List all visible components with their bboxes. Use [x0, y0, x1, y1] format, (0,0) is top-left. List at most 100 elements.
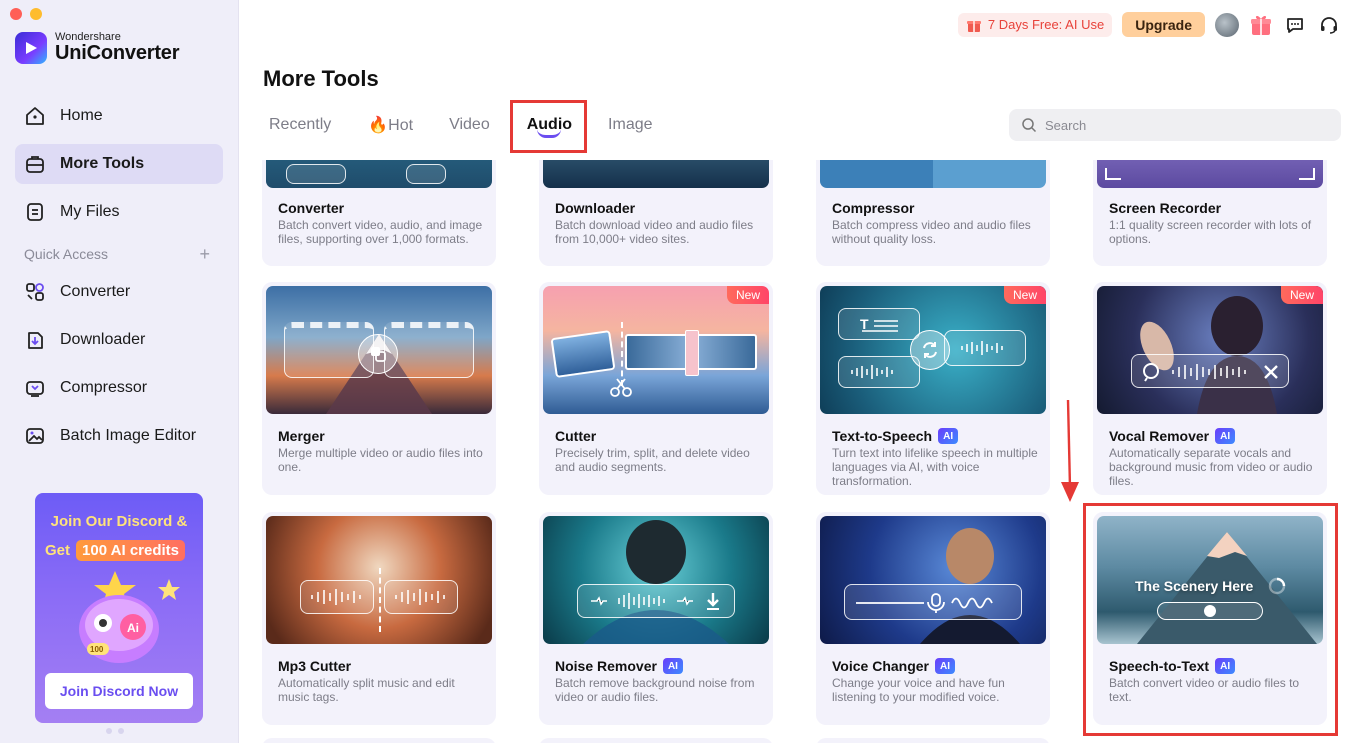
tool-card-voice-changer[interactable]: Voice Changer AI Change your voice and ha…	[816, 512, 1050, 725]
image-editor-icon	[26, 428, 44, 444]
tool-card-text-to-speech[interactable]: T New Text-to-Speech AI Turn text into li…	[816, 282, 1050, 495]
tab-audio[interactable]: Audio	[527, 102, 572, 148]
new-badge: New	[1280, 286, 1323, 304]
screen-recorder-thumbnail	[1097, 160, 1323, 188]
merge-icon	[358, 334, 398, 374]
tool-card-screen-recorder[interactable]: Screen Recorder 1:1 quality screen recor…	[1093, 160, 1327, 266]
tool-card-vocal-remover[interactable]: New Vocal Remover AI Automatically separa…	[1093, 282, 1327, 495]
search-box[interactable]	[1009, 109, 1341, 141]
gift-box-icon[interactable]	[1249, 13, 1273, 37]
tool-card-converter[interactable]: Converter Batch convert video, audio, an…	[262, 160, 496, 266]
close-window-button[interactable]	[10, 8, 22, 20]
sidebar-item-label: Home	[60, 107, 103, 124]
annotation-arrow-icon	[1061, 399, 1079, 502]
sidebar-item-my-files[interactable]: My Files	[15, 192, 223, 232]
chat-icon[interactable]	[1283, 13, 1307, 37]
discord-mascot-illustration: Ai 100	[79, 571, 180, 663]
sidebar-item-batch-image-editor[interactable]: Batch Image Editor	[15, 416, 223, 456]
promo-headline: Join Our Discord &	[50, 513, 188, 530]
tool-card-mp3-cutter[interactable]: Mp3 Cutter Automatically split music and…	[262, 512, 496, 725]
ai-badge: AI	[662, 658, 683, 674]
card-title: Mp3 Cutter	[278, 658, 352, 674]
card-description: Change your voice and have fun listening…	[832, 676, 1005, 704]
quick-access-header: Quick Access +	[24, 245, 210, 263]
promo-get-text: Get	[45, 542, 71, 559]
toolbox-icon	[26, 156, 44, 173]
upgrade-button[interactable]: Upgrade	[1122, 12, 1205, 37]
tool-grid: Converter Batch convert video, audio, an…	[240, 160, 1351, 743]
avatar[interactable]	[1215, 12, 1239, 37]
speech-text-preview: The Scenery Here	[1135, 578, 1254, 594]
search-input[interactable]	[1045, 117, 1325, 133]
sidebar-item-downloader[interactable]: Downloader	[15, 320, 223, 360]
tab-video[interactable]: Video	[449, 102, 490, 148]
tool-card-partial[interactable]	[539, 738, 773, 743]
waveform-icon	[395, 589, 445, 605]
ai-badge: AI	[1215, 428, 1236, 444]
convert-icon	[910, 330, 950, 370]
card-title: Converter	[278, 200, 345, 216]
tool-card-cutter[interactable]: New Cutter Precisely trim, split, and de…	[539, 282, 773, 495]
card-description: Batch download video and audio files fro…	[555, 218, 754, 246]
free-trial-button[interactable]: 7 Days Free: AI Use	[957, 12, 1113, 37]
card-title: Merger	[278, 428, 325, 444]
card-title: Vocal Remover	[1109, 428, 1210, 444]
sidebar-item-compressor[interactable]: Compressor	[15, 368, 223, 408]
compressor-icon	[26, 381, 44, 397]
tool-card-partial[interactable]	[262, 738, 496, 743]
text-icon: T	[860, 316, 898, 332]
tool-card-partial[interactable]	[816, 738, 1050, 743]
free-trial-label: 7 Days Free: AI Use	[987, 17, 1105, 32]
sidebar-item-label: My Files	[60, 203, 120, 220]
sidebar: Wondershare UniConverter Home More Tools…	[0, 0, 239, 743]
noise-remover-thumbnail	[543, 516, 769, 644]
promo-coin-label: 100	[90, 645, 104, 654]
card-description: Precisely trim, split, and delete video …	[555, 446, 750, 474]
card-title: Cutter	[555, 428, 597, 444]
tool-card-noise-remover[interactable]: Noise Remover AI Batch remove background …	[539, 512, 773, 725]
loading-spinner-icon	[1268, 577, 1286, 595]
brand-product: UniConverter	[55, 42, 180, 64]
tab-hot[interactable]: 🔥Hot	[368, 102, 413, 148]
tool-card-compressor[interactable]: Compressor Batch compress video and audi…	[816, 160, 1050, 266]
sidebar-item-converter[interactable]: Converter	[15, 272, 223, 312]
promo-pagination[interactable]	[106, 728, 124, 734]
sidebar-item-label: More Tools	[60, 155, 145, 172]
sidebar-item-home[interactable]: Home	[15, 96, 223, 136]
home-icon	[26, 107, 44, 125]
sidebar-item-label: Batch Image Editor	[60, 427, 197, 444]
sidebar-item-more-tools[interactable]: More Tools	[15, 144, 223, 184]
card-title: Downloader	[555, 200, 636, 216]
card-title: Voice Changer	[832, 658, 929, 674]
downloader-thumbnail	[543, 160, 769, 188]
vocal-remover-thumbnail: New	[1097, 286, 1323, 414]
tab-image[interactable]: Image	[608, 102, 652, 148]
card-description: Batch convert video or audio files to te…	[1109, 676, 1300, 704]
quick-access-label: Quick Access	[24, 246, 109, 262]
remove-x-icon	[1264, 365, 1278, 379]
mp3-cutter-thumbnail	[266, 516, 492, 644]
discord-promo-banner[interactable]: Join Our Discord & Get 100 AI credits Ai…	[35, 493, 203, 723]
card-description: Batch remove background noise from video…	[555, 676, 755, 704]
add-quick-access-button[interactable]: +	[199, 245, 210, 263]
sidebar-item-label: Converter	[60, 283, 131, 300]
new-badge: New	[1003, 286, 1046, 304]
converter-thumbnail	[266, 160, 492, 188]
join-discord-button[interactable]: Join Discord Now	[45, 673, 193, 709]
waveform-icon	[856, 593, 993, 613]
tool-card-merger[interactable]: Merger Merge multiple video or audio fil…	[262, 282, 496, 495]
page-title: More Tools	[263, 66, 379, 91]
tool-card-downloader[interactable]: Downloader Batch download video and audi…	[539, 160, 773, 266]
card-title: Compressor	[832, 200, 915, 216]
scissors-icon	[610, 378, 632, 397]
tool-card-speech-to-text[interactable]: The Scenery Here Speech-to-Text AI Batch …	[1093, 512, 1327, 725]
text-to-speech-thumbnail: T New	[820, 286, 1046, 414]
minimize-window-button[interactable]	[30, 8, 42, 20]
tab-recently[interactable]: Recently	[269, 102, 331, 148]
sidebar-item-label: Compressor	[60, 379, 148, 396]
new-badge: New	[726, 286, 769, 304]
card-description: Turn text into lifelike speech in multip…	[832, 446, 1038, 488]
promo-subline: Get 100 AI credits	[45, 540, 186, 561]
card-description: Merge multiple video or audio files into…	[278, 446, 483, 474]
headset-icon[interactable]	[1317, 13, 1341, 37]
